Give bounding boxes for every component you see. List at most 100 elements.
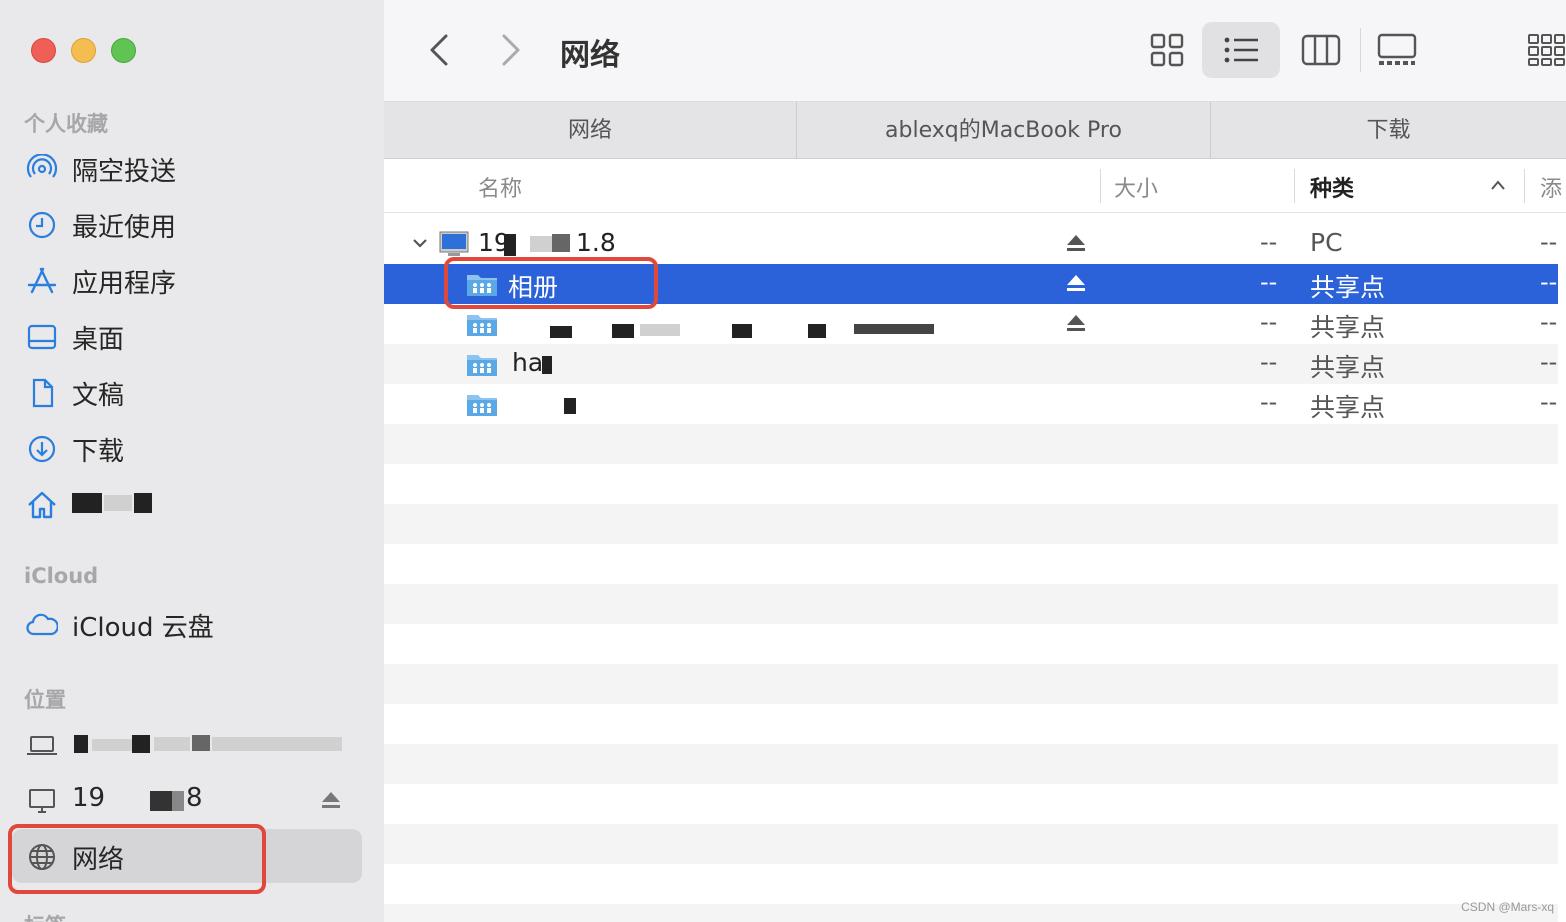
redaction-mark [192, 735, 210, 751]
sidebar-item-label: 应用程序 [72, 269, 177, 299]
sidebar-item-label: 最近使用 [72, 213, 177, 243]
grid-icon [1150, 33, 1184, 67]
sidebar-item-applications[interactable]: 应用程序 [12, 253, 362, 307]
sidebar-item-icloud-drive[interactable]: iCloud 云盘 [12, 597, 362, 651]
redaction-mark [530, 236, 552, 252]
shared-folder-icon [467, 355, 497, 376]
sidebar-item-macbook[interactable] [12, 717, 362, 771]
sidebar-item-desktop[interactable]: 桌面 [12, 309, 362, 363]
column-divider[interactable] [1100, 169, 1101, 203]
sort-ascending-icon [1491, 180, 1505, 190]
redaction-mark [854, 324, 934, 334]
row-size: -- [1260, 268, 1278, 296]
sidebar-item-label: 文稿 [72, 381, 125, 411]
table-row[interactable]: -- 共享点 -- [384, 384, 1558, 424]
sidebar-item-label: 隔空投送 [72, 157, 177, 187]
redaction-mark [640, 324, 680, 336]
home-icon [26, 490, 58, 520]
gallery-icon [1377, 33, 1417, 65]
row-date-added: -- [1540, 308, 1558, 336]
group-grid-icon [1528, 34, 1565, 66]
document-icon [26, 378, 58, 408]
row-kind: 共享点 [1310, 313, 1386, 342]
close-window-button[interactable] [31, 38, 56, 63]
row-kind: 共享点 [1310, 353, 1386, 382]
laptop-icon [26, 730, 58, 760]
row-kind: PC [1310, 228, 1343, 257]
tab-network[interactable]: 网络 [384, 102, 797, 159]
redaction-mark [552, 234, 570, 252]
shared-folder-icon [467, 395, 497, 416]
empty-list-area [384, 424, 1558, 922]
redaction-mark [74, 735, 88, 753]
redaction-mark [132, 735, 150, 753]
row-date-added: -- [1540, 228, 1558, 256]
toolbar: 网络 [384, 0, 1566, 102]
row-kind: 共享点 [1310, 393, 1386, 422]
tab-macbook[interactable]: ablexq的MacBook Pro [797, 102, 1211, 159]
forward-button[interactable] [490, 22, 530, 78]
sidebar-item-home[interactable] [12, 477, 362, 531]
back-chevron-icon [430, 34, 448, 66]
row-size: -- [1260, 228, 1278, 256]
column-headers: 名称 大小 种类 添 [384, 159, 1566, 213]
row-size: -- [1260, 348, 1278, 376]
redaction-mark [172, 791, 184, 811]
clock-icon [26, 210, 58, 240]
table-row[interactable]: ha -- 共享点 -- [384, 344, 1558, 384]
row-size: -- [1260, 308, 1278, 336]
redaction-mark [104, 495, 132, 511]
row-date-added: -- [1540, 268, 1558, 296]
column-view-button[interactable] [1282, 22, 1360, 78]
group-view-button[interactable] [1508, 22, 1566, 78]
row-name-suffix: 1.8 [576, 228, 616, 257]
annotation-highlight [444, 257, 658, 309]
minimize-window-button[interactable] [71, 38, 96, 63]
forward-chevron-icon [502, 34, 520, 66]
sidebar-item-recents[interactable]: 最近使用 [12, 197, 362, 251]
icloud-section-title: iCloud [24, 564, 99, 588]
sidebar-item-label-suffix: 8 [186, 783, 203, 813]
redaction-mark [72, 493, 102, 513]
eject-icon[interactable] [1066, 274, 1086, 293]
back-button[interactable] [420, 22, 460, 78]
sidebar-item-airdrop[interactable]: 隔空投送 [12, 141, 362, 195]
column-header-date-added[interactable]: 添 [1540, 171, 1562, 203]
list-view-button[interactable] [1202, 22, 1280, 78]
column-header-size[interactable]: 大小 [1114, 171, 1158, 203]
redaction-mark [732, 324, 752, 338]
tab-downloads[interactable]: 下载 [1211, 102, 1566, 159]
row-kind: 共享点 [1310, 273, 1386, 302]
gallery-view-button[interactable] [1358, 22, 1436, 78]
redaction-mark [612, 324, 634, 338]
locations-section-title: 位置 [24, 688, 66, 712]
redaction-mark [92, 739, 132, 751]
redaction-mark [134, 493, 152, 513]
airdrop-icon [26, 154, 58, 184]
column-header-kind[interactable]: 种类 [1310, 171, 1354, 203]
zoom-window-button[interactable] [111, 38, 136, 63]
pc-icon [439, 231, 469, 256]
desktop-icon [26, 322, 58, 352]
column-header-name[interactable]: 名称 [478, 171, 522, 203]
chevron-down-icon[interactable] [410, 233, 430, 253]
tags-section-title: 标签 [24, 910, 66, 922]
window-title: 网络 [560, 38, 620, 73]
sidebar-item-label: 下载 [72, 437, 125, 467]
eject-icon[interactable] [1066, 314, 1086, 333]
sidebar-item-label: 桌面 [72, 325, 125, 355]
sidebar-item-documents[interactable]: 文稿 [12, 365, 362, 419]
eject-icon[interactable] [320, 790, 342, 810]
row-date-added: -- [1540, 348, 1558, 376]
column-divider[interactable] [1294, 169, 1295, 203]
sidebar-item-downloads[interactable]: 下载 [12, 421, 362, 475]
columns-icon [1301, 34, 1341, 66]
favorites-section-title: 个人收藏 [24, 112, 108, 136]
icon-view-button[interactable] [1128, 22, 1206, 78]
redaction-mark [504, 234, 516, 256]
sidebar-item-server[interactable]: 19 8 [12, 773, 362, 827]
column-divider[interactable] [1524, 169, 1525, 203]
redaction-mark [542, 356, 552, 374]
table-row[interactable]: -- 共享点 -- [384, 304, 1558, 344]
eject-icon[interactable] [1066, 234, 1086, 253]
